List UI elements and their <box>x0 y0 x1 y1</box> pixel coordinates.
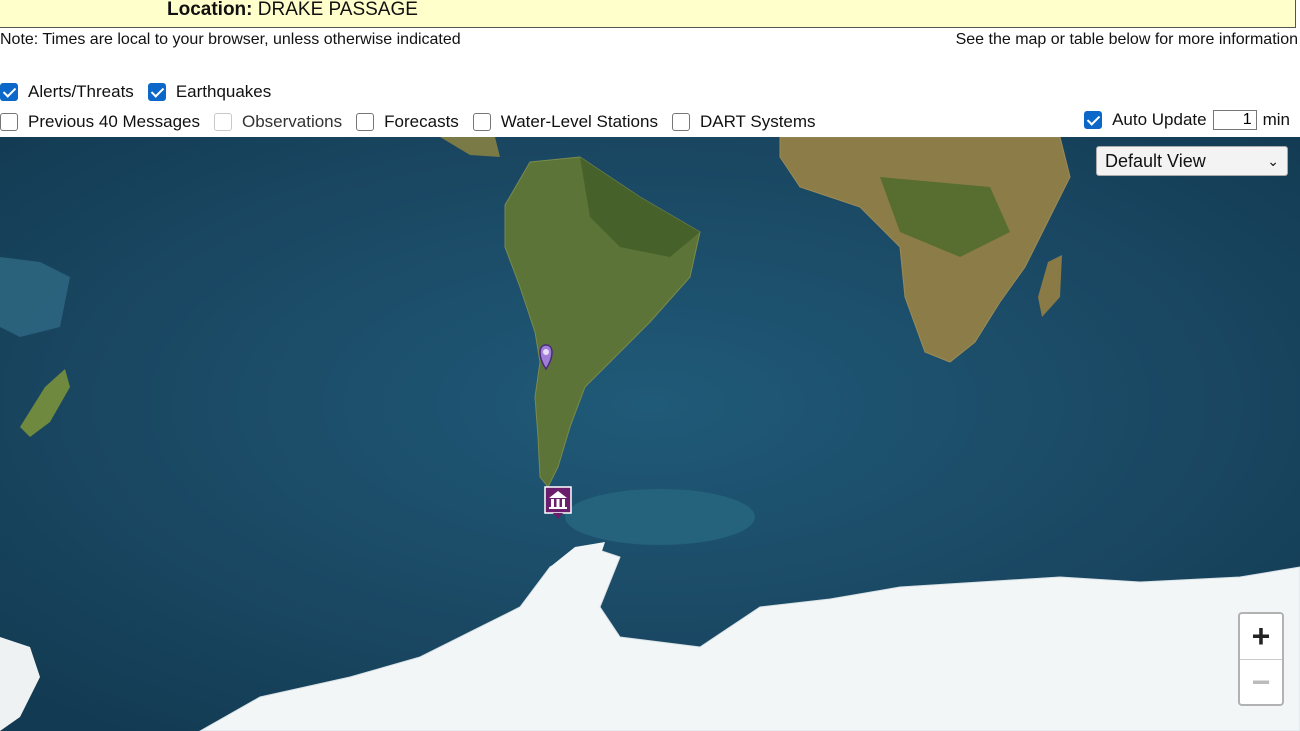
map-view-selected: Default View <box>1105 150 1206 171</box>
world-map[interactable] <box>0 137 1300 731</box>
alert-banner: Location: DRAKE PASSAGE <box>0 0 1296 28</box>
auto-update-control: Auto Update min <box>1084 110 1290 130</box>
scotia-sea-shelf <box>565 489 755 545</box>
checkbox-box[interactable] <box>671 113 690 131</box>
checkbox-alerts-threats[interactable]: Alerts/Threats <box>0 82 134 102</box>
checkbox-forecasts[interactable]: Forecasts <box>356 112 459 132</box>
zoom-control: + − <box>1238 612 1284 706</box>
update-interval-unit: min <box>1262 110 1290 129</box>
location-text: Location: DRAKE PASSAGE <box>167 0 418 20</box>
checkbox-previous-messages[interactable]: Previous 40 Messages <box>0 112 200 132</box>
layer-toggles-primary: Alerts/Threats Earthquakes <box>0 80 285 104</box>
info-note: See the map or table below for more info… <box>955 31 1298 48</box>
timezone-note: Note: Times are local to your browser, u… <box>0 31 461 48</box>
update-interval-input[interactable] <box>1212 110 1257 130</box>
checkbox-box[interactable] <box>472 113 491 131</box>
map-canvas[interactable] <box>0 137 1300 731</box>
checkbox-box[interactable] <box>213 113 232 131</box>
check-icon[interactable] <box>147 83 166 101</box>
chevron-down-icon: ⌄ <box>1267 152 1279 169</box>
checkbox-dart-systems[interactable]: DART Systems <box>671 112 816 132</box>
check-icon[interactable] <box>0 83 18 101</box>
checkbox-observations[interactable]: Observations <box>213 112 342 132</box>
checkbox-box[interactable] <box>0 113 18 131</box>
zoom-out-button[interactable]: − <box>1240 660 1282 705</box>
map-view-select[interactable]: Default View ⌄ <box>1096 146 1288 176</box>
auto-update-label: Auto Update <box>1112 110 1207 129</box>
checkbox-box[interactable] <box>356 113 375 131</box>
checkbox-earthquakes[interactable]: Earthquakes <box>147 82 271 102</box>
check-icon[interactable] <box>1084 111 1103 129</box>
zoom-in-button[interactable]: + <box>1240 614 1282 660</box>
layer-toggles-secondary: Previous 40 Messages Observations Foreca… <box>0 110 830 134</box>
checkbox-water-level-stations[interactable]: Water-Level Stations <box>472 112 658 132</box>
